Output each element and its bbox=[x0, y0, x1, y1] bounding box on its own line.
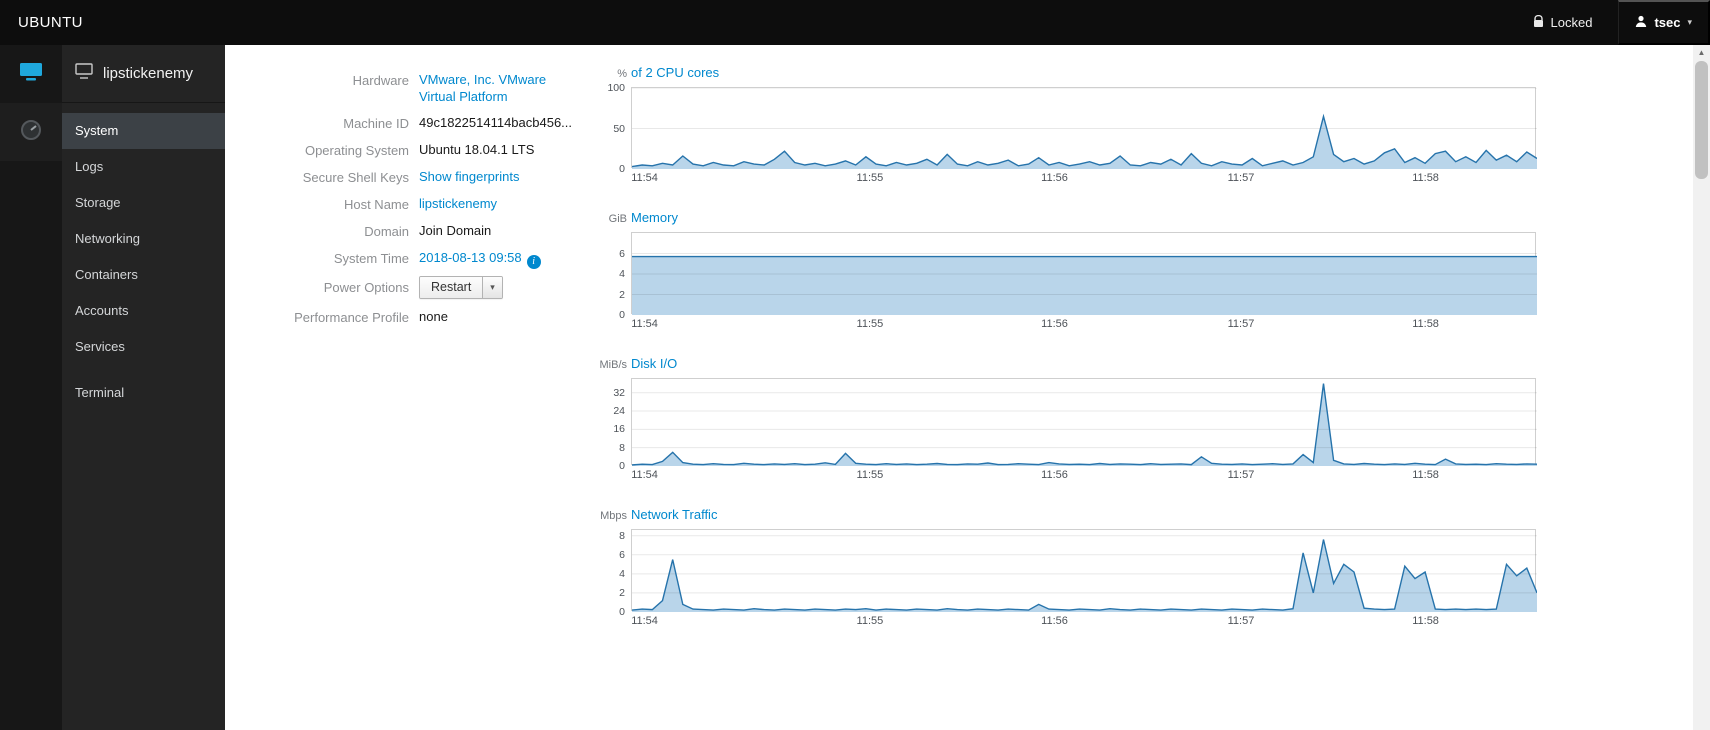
user-icon bbox=[1635, 15, 1647, 31]
system-time-label: System Time bbox=[333, 251, 409, 266]
domain-label: Domain bbox=[364, 224, 409, 239]
info-icon[interactable]: i bbox=[526, 255, 541, 269]
network-y-axis: 02468 bbox=[619, 529, 625, 618]
network-x-axis: 11:54 11:55 11:56 11:57 11:58 bbox=[631, 615, 1439, 627]
memory-plot bbox=[631, 232, 1537, 315]
scrollbar-thumb[interactable] bbox=[1695, 61, 1708, 179]
machine-rail bbox=[0, 45, 62, 730]
cpu-unit-label: % bbox=[617, 68, 627, 80]
performance-profile-value: none bbox=[419, 309, 448, 324]
machine-id-label: Machine ID bbox=[343, 116, 409, 131]
sidebar-item-terminal[interactable]: Terminal bbox=[62, 375, 225, 411]
host-name-label: Host Name bbox=[343, 197, 409, 212]
sidebar: lipstickenemy System Logs Storage Networ… bbox=[62, 45, 225, 730]
operating-system-label: Operating System bbox=[304, 143, 409, 158]
memory-x-axis: 11:54 11:55 11:56 11:57 11:58 bbox=[631, 318, 1439, 330]
disk-io-x-axis: 11:54 11:55 11:56 11:57 11:58 bbox=[631, 469, 1439, 481]
show-fingerprints-link[interactable]: Show fingerprints bbox=[419, 169, 519, 184]
rail-item-dashboard[interactable] bbox=[0, 103, 62, 161]
scrollbar[interactable]: ▲ bbox=[1693, 45, 1710, 730]
sidebar-item-networking[interactable]: Networking bbox=[62, 221, 225, 257]
memory-chart: GiB Memory 0246 11:54 11:55 11:56 11:57 11:5… bbox=[597, 210, 1542, 332]
sidebar-item-logs[interactable]: Logs bbox=[62, 149, 225, 185]
locked-button[interactable]: Locked bbox=[1523, 0, 1619, 45]
rail-item-machine[interactable] bbox=[0, 45, 62, 103]
system-time-link[interactable]: 2018-08-13 09:58 bbox=[419, 250, 522, 265]
scroll-up-arrow[interactable]: ▲ bbox=[1693, 45, 1710, 60]
memory-y-axis: 0246 bbox=[619, 247, 625, 322]
power-dropdown-button[interactable]: ▾ bbox=[482, 277, 502, 298]
lock-icon bbox=[1533, 14, 1544, 31]
memory-unit-label: GiB bbox=[608, 213, 627, 225]
disk-io-unit-label: MiB/s bbox=[599, 359, 628, 371]
memory-chart-title-link[interactable]: Memory bbox=[631, 210, 678, 225]
server-icon bbox=[17, 60, 45, 89]
sidebar-item-accounts[interactable]: Accounts bbox=[62, 293, 225, 329]
disk-io-plot bbox=[631, 378, 1538, 466]
host-name-link[interactable]: lipstickenemy bbox=[419, 196, 497, 211]
host-selector[interactable]: lipstickenemy bbox=[62, 45, 225, 103]
host-icon bbox=[75, 62, 93, 85]
cpu-y-axis: 0 50 100 bbox=[607, 82, 625, 175]
user-menu[interactable]: tsec ▾ bbox=[1618, 0, 1710, 45]
power-options-group: Restart ▾ bbox=[419, 276, 503, 299]
network-plot bbox=[631, 529, 1538, 612]
ssh-keys-label: Secure Shell Keys bbox=[302, 170, 409, 185]
charts-panel: % of 2 CPU cores 0 50 100 11:54 11:55 11:56 1… bbox=[597, 65, 1542, 730]
chevron-down-icon: ▾ bbox=[1687, 17, 1692, 27]
cpu-plot bbox=[631, 87, 1538, 169]
disk-io-y-axis: 0 8 16 24 32 bbox=[613, 386, 625, 472]
hardware-link[interactable]: VMware, Inc. VMware Virtual Platform bbox=[419, 71, 547, 105]
hardware-label: Hardware bbox=[352, 73, 409, 88]
locked-label: Locked bbox=[1550, 15, 1593, 30]
cpu-chart-title-link[interactable]: of 2 CPU cores bbox=[631, 65, 719, 80]
main-content: Hardware VMware, Inc. VMware Virtual Pla… bbox=[225, 45, 1710, 730]
top-bar: UBUNTU Locked tsec ▾ bbox=[0, 0, 1710, 45]
brand-title: UBUNTU bbox=[18, 14, 83, 31]
machine-id-value: 49c1822514114bacb456... bbox=[419, 115, 573, 130]
performance-profile-label: Performance Profile bbox=[294, 310, 409, 325]
network-unit-label: Mbps bbox=[600, 510, 627, 522]
domain-value: Join Domain bbox=[419, 223, 492, 238]
system-info-panel: Hardware VMware, Inc. VMware Virtual Pla… bbox=[245, 65, 597, 730]
network-traffic-chart: Mbps Network Traffic 02468 11:54 11:55 11:… bbox=[597, 507, 1542, 629]
sidebar-item-containers[interactable]: Containers bbox=[62, 257, 225, 293]
sidebar-item-services[interactable]: Services bbox=[62, 329, 225, 365]
disk-io-chart: MiB/s Disk I/O 0 8 16 24 32 11:54 11:55 11:56 1… bbox=[597, 356, 1542, 483]
sidebar-item-storage[interactable]: Storage bbox=[62, 185, 225, 221]
sidebar-nav: System Logs Storage Networking Container… bbox=[62, 103, 225, 411]
cpu-chart: % of 2 CPU cores 0 50 100 11:54 11:55 11:56 1… bbox=[597, 65, 1542, 186]
host-name: lipstickenemy bbox=[103, 65, 194, 82]
user-label: tsec bbox=[1654, 15, 1681, 30]
gauge-icon bbox=[19, 118, 43, 147]
sidebar-item-system[interactable]: System bbox=[62, 113, 225, 149]
power-options-label: Power Options bbox=[323, 280, 409, 295]
network-chart-title-link[interactable]: Network Traffic bbox=[631, 507, 717, 522]
cpu-x-axis: 11:54 11:55 11:56 11:57 11:58 bbox=[631, 172, 1439, 184]
disk-io-chart-title-link[interactable]: Disk I/O bbox=[631, 356, 677, 371]
restart-button[interactable]: Restart bbox=[420, 277, 483, 298]
operating-system-value: Ubuntu 18.04.1 LTS bbox=[419, 142, 535, 157]
